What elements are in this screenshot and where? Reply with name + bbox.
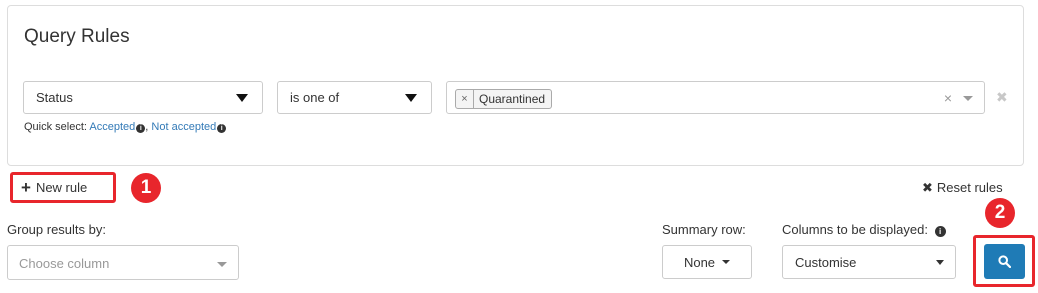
tag-label: Quarantined bbox=[479, 92, 546, 106]
remove-rule-icon[interactable]: ✖ bbox=[996, 89, 1008, 106]
info-icon: i bbox=[136, 124, 146, 133]
group-results-placeholder: Choose column bbox=[19, 256, 110, 271]
rule-field-value: Status bbox=[36, 90, 73, 105]
columns-displayed-value: Customise bbox=[795, 255, 857, 270]
group-results-label: Group results by: bbox=[7, 222, 106, 237]
quick-select-not-accepted-link[interactable]: Not accepted bbox=[151, 121, 216, 133]
search-icon bbox=[998, 255, 1011, 268]
search-button[interactable] bbox=[984, 244, 1025, 279]
quick-select: Quick select: Accepted i, Not accepted i bbox=[24, 121, 227, 133]
panel-title: Query Rules bbox=[24, 26, 130, 47]
rule-operator-select[interactable]: is one of bbox=[277, 81, 432, 114]
chevron-down-icon bbox=[217, 262, 227, 267]
query-rules-panel: Query Rules Status is one of × Quarantin… bbox=[7, 5, 1024, 166]
reset-rules-label: Reset rules bbox=[936, 180, 1003, 195]
columns-displayed-select[interactable]: Customise bbox=[782, 245, 956, 279]
rule-value-multiselect[interactable]: × Quarantined × bbox=[446, 81, 985, 114]
info-icon: i bbox=[934, 226, 946, 237]
new-rule-button[interactable]: + New rule bbox=[10, 172, 116, 203]
columns-label-text: Columns to be displayed: bbox=[782, 222, 928, 237]
tag-remove-icon[interactable]: × bbox=[456, 90, 474, 108]
value-tag: × Quarantined bbox=[455, 89, 553, 109]
columns-displayed-label: Columns to be displayed: i bbox=[782, 222, 946, 237]
quick-select-accepted-link[interactable]: Accepted bbox=[89, 121, 135, 133]
annotation-badge-1: 1 bbox=[131, 173, 161, 203]
group-results-select[interactable]: Choose column bbox=[7, 245, 239, 280]
annotation-badge-2: 2 bbox=[985, 198, 1015, 228]
summary-row-label: Summary row: bbox=[662, 222, 746, 237]
info-icon: i bbox=[217, 124, 227, 133]
clear-values-icon[interactable]: × bbox=[944, 90, 952, 106]
chevron-down-icon[interactable] bbox=[963, 96, 973, 101]
summary-row-dropdown[interactable]: None bbox=[662, 245, 752, 279]
quick-select-separator: , bbox=[145, 121, 149, 133]
summary-row-value: None bbox=[683, 254, 716, 270]
chevron-down-icon bbox=[936, 260, 944, 265]
chevron-down-icon bbox=[405, 94, 417, 102]
rule-field-select[interactable]: Status bbox=[23, 81, 263, 114]
quick-select-label: Quick select: bbox=[24, 121, 87, 133]
new-rule-label: New rule bbox=[35, 180, 88, 195]
chevron-down-icon bbox=[722, 260, 731, 264]
reset-rules-button[interactable]: ✖ Reset rules bbox=[922, 180, 1003, 196]
plus-icon: + bbox=[21, 178, 31, 197]
chevron-down-icon bbox=[236, 94, 248, 102]
close-icon: ✖ bbox=[922, 180, 933, 195]
